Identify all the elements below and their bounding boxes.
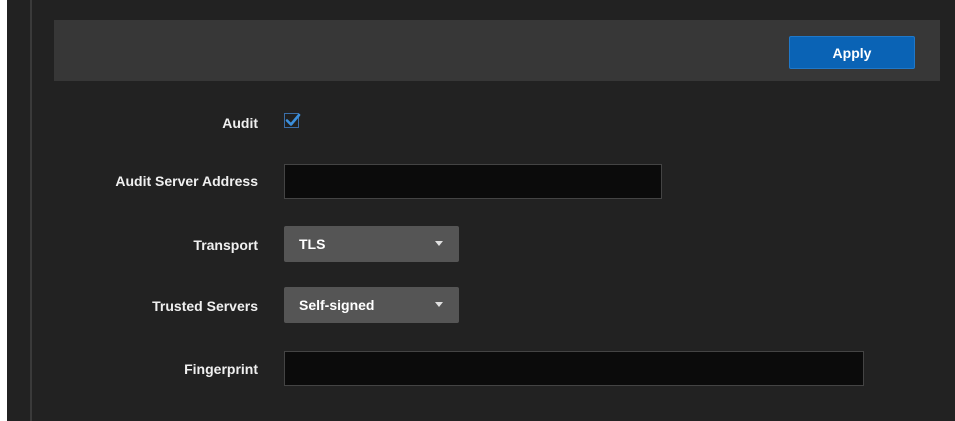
transport-label: Transport <box>193 237 258 253</box>
trusted-servers-select[interactable]: Self-signed <box>284 287 459 323</box>
fingerprint-label: Fingerprint <box>184 361 258 377</box>
audit-label: Audit <box>222 115 258 131</box>
apply-button[interactable]: Apply <box>789 36 915 69</box>
audit-server-address-input[interactable] <box>284 164 662 199</box>
check-icon <box>285 113 301 126</box>
fingerprint-input[interactable] <box>284 351 864 386</box>
trusted-servers-selected-value: Self-signed <box>299 297 375 313</box>
transport-selected-value: TLS <box>299 236 326 252</box>
caret-down-icon <box>435 302 443 307</box>
audit-checkbox[interactable] <box>284 113 301 128</box>
trusted-servers-label: Trusted Servers <box>152 298 258 314</box>
transport-select[interactable]: TLS <box>284 226 459 262</box>
panel-divider <box>30 0 32 421</box>
caret-down-icon <box>435 241 443 246</box>
audit-server-address-label: Audit Server Address <box>115 173 258 189</box>
